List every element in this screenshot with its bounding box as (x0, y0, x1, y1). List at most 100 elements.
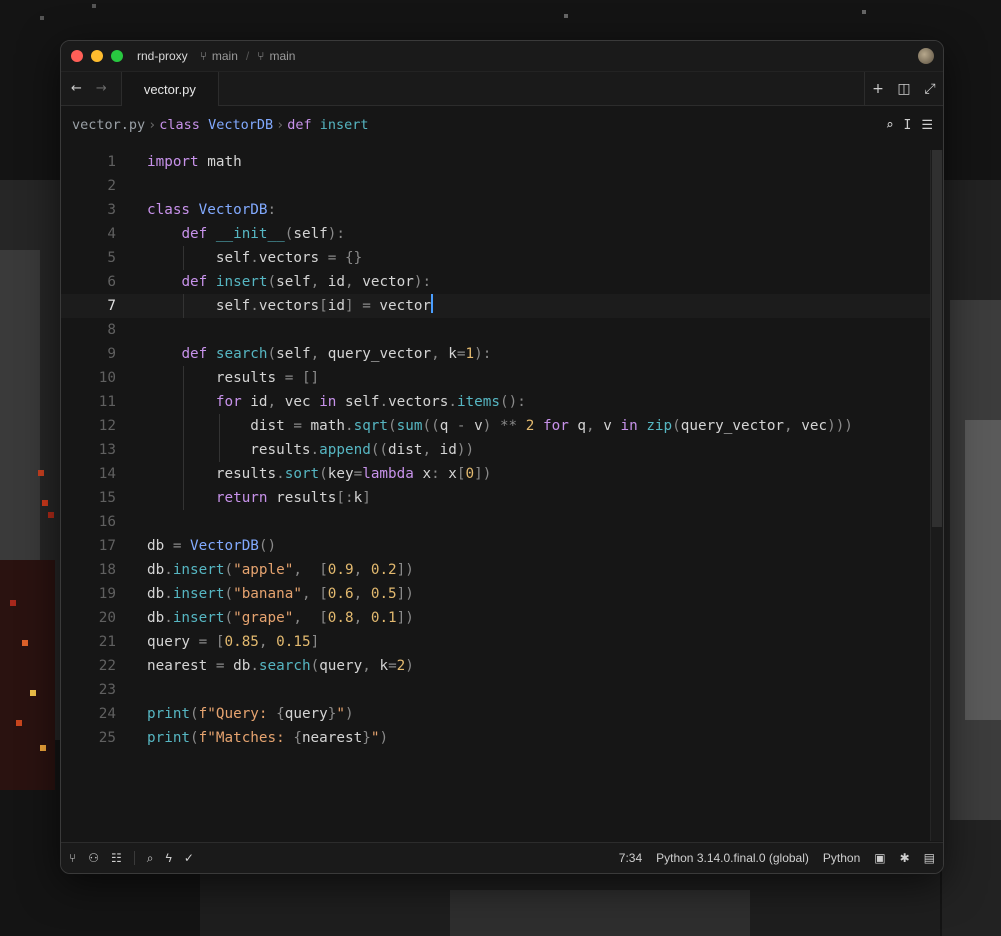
wallpaper-ember (30, 690, 36, 696)
breadcrumb-class-name: VectorDB (208, 117, 274, 133)
wallpaper-shape (450, 890, 750, 936)
line-number: 21 (98, 634, 116, 650)
line-number: 9 (107, 346, 116, 362)
user-avatar[interactable] (918, 48, 934, 64)
git-branch-icon: ⑂ (199, 49, 207, 63)
status-bar-left: ⑂ ⚇ ☷ ⌕ ϟ ✓ (61, 851, 194, 866)
code-line: 20 db.insert("grape", [0.8, 0.1]) (61, 606, 943, 630)
wallpaper-ember (10, 600, 16, 606)
interpreter-selector[interactable]: Python 3.14.0.final.0 (global) (656, 851, 809, 865)
lightning-icon[interactable]: ϟ (165, 851, 171, 865)
line-number: 22 (98, 658, 116, 674)
breadcrumb-function[interactable]: def insert (287, 117, 368, 133)
wallpaper-ember (42, 500, 48, 506)
bug-icon[interactable]: ✱ (900, 851, 910, 865)
language-selector[interactable]: Python (823, 851, 860, 865)
tab-bar: ← → vector.py + ◫ ⤢ (61, 71, 943, 106)
git-branch-icon[interactable]: ⑂ (69, 851, 76, 865)
cursor-position[interactable]: 7:34 (619, 851, 642, 865)
outline-icon[interactable]: ☷ (111, 851, 122, 865)
wallpaper-star (564, 14, 568, 18)
title-bar: rnd-proxy ⑂ main / ⑂ main (61, 41, 943, 71)
split-pane-icon[interactable]: ◫ (891, 81, 917, 97)
project-name[interactable]: rnd-proxy (137, 49, 188, 63)
title-separator: / (245, 49, 250, 63)
wallpaper-ember (38, 470, 44, 476)
code-line: 15 return results[:k] (61, 486, 943, 510)
worktree-selector[interactable]: ⑂ main (257, 49, 295, 63)
arrow-left-icon[interactable]: ← (71, 81, 82, 96)
line-number: 10 (98, 370, 116, 386)
tab-label: vector.py (143, 81, 196, 97)
tab-tools: + ◫ ⤢ (864, 72, 943, 105)
wallpaper-ember (48, 512, 54, 518)
search-icon[interactable]: ⌕ (886, 118, 894, 133)
arrow-right-icon[interactable]: → (96, 81, 107, 96)
chevron-right-icon: › (276, 117, 285, 133)
plus-icon[interactable]: + (865, 81, 891, 97)
minimize-window-button[interactable] (91, 50, 103, 62)
breadcrumb-file[interactable]: vector.py (72, 117, 145, 133)
line-number: 11 (98, 394, 116, 410)
collaborators-icon[interactable]: ⚇ (88, 851, 99, 865)
line-number: 12 (98, 418, 116, 434)
line-number: 19 (98, 586, 116, 602)
line-number: 23 (98, 682, 116, 698)
scrollbar-thumb[interactable] (932, 150, 942, 527)
check-icon[interactable]: ✓ (184, 851, 194, 865)
vertical-scrollbar[interactable] (930, 150, 943, 841)
git-branch-icon: ⑂ (257, 49, 265, 63)
code-line: 1 import math (61, 150, 943, 174)
text-cursor (431, 294, 434, 313)
code-line-current: 7 self.vectors[id] = vector (61, 294, 943, 318)
text-cursor-icon[interactable]: I (904, 118, 912, 133)
code-line: 2 (61, 174, 943, 198)
editor-window: rnd-proxy ⑂ main / ⑂ main ← → vector.py … (60, 40, 944, 874)
code-line: 5 self.vectors = {} (61, 246, 943, 270)
history-nav: ← → (61, 72, 121, 105)
line-number: 24 (98, 706, 116, 722)
line-number: 14 (98, 466, 116, 482)
line-number: 17 (98, 538, 116, 554)
breadcrumb-class[interactable]: class VectorDB (159, 117, 273, 133)
status-bar: ⑂ ⚇ ☷ ⌕ ϟ ✓ 7:34 Python 3.14.0.final.0 (… (61, 842, 943, 873)
code-line: 22 nearest = db.search(query, k=2) (61, 654, 943, 678)
code-line: 17 db = VectorDB() (61, 534, 943, 558)
tab-vector-py[interactable]: vector.py (120, 72, 219, 106)
zoom-window-button[interactable] (111, 50, 123, 62)
code-line: 10 results = [] (61, 366, 943, 390)
code-line: 23 (61, 678, 943, 702)
code-line: 8 (61, 318, 943, 342)
search-icon[interactable]: ⌕ (147, 851, 154, 866)
line-number: 16 (98, 514, 116, 530)
line-number: 4 (107, 226, 116, 242)
maximize-icon[interactable]: ⤢ (917, 81, 943, 97)
wallpaper-ember (0, 560, 55, 790)
close-window-button[interactable] (71, 50, 83, 62)
code-line: 11 for id, vec in self.vectors.items(): (61, 390, 943, 414)
line-number: 20 (98, 610, 116, 626)
wallpaper-star (40, 16, 44, 20)
code-line: 3 class VectorDB: (61, 198, 943, 222)
branch-selector[interactable]: ⑂ main (200, 49, 238, 63)
code-line: 12 dist = math.sqrt(sum((q - v) ** 2 for… (61, 414, 943, 438)
line-number: 5 (107, 250, 116, 266)
line-number: 15 (98, 490, 116, 506)
panel-icon[interactable]: ▤ (924, 851, 935, 865)
code-line: 16 (61, 510, 943, 534)
window-controls (71, 50, 123, 62)
terminal-icon[interactable]: ▣ (874, 851, 885, 865)
breadcrumb-function-name: insert (319, 117, 369, 133)
code-line: 19 db.insert("banana", [0.6, 0.5]) (61, 582, 943, 606)
wallpaper-shape (965, 420, 1001, 720)
line-number: 6 (107, 274, 116, 290)
code-line: 24 print(f"Query: {query}") (61, 702, 943, 726)
code-editor[interactable]: 1 import math 2 3 class VectorDB: 4 def __… (61, 150, 943, 841)
line-number: 3 (107, 202, 116, 218)
code-line: 25 print(f"Matches: {nearest}") (61, 726, 943, 750)
sliders-icon[interactable]: ☰ (921, 118, 933, 133)
code-line: 9 def search(self, query_vector, k=1): (61, 342, 943, 366)
line-number: 25 (98, 730, 116, 746)
line-number: 2 (107, 178, 116, 194)
line-number: 8 (107, 322, 116, 338)
